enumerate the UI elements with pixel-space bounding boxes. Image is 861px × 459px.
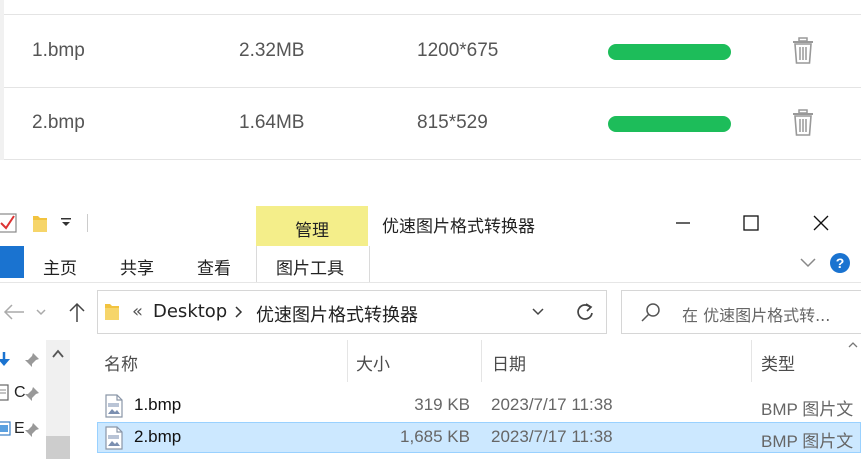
file-size: 1.64MB [239, 112, 305, 133]
file-size: 1,685 KB [400, 427, 470, 446]
scroll-up-chevron-icon[interactable] [847, 340, 859, 350]
document-icon[interactable] [0, 384, 12, 402]
folder-icon [105, 304, 119, 320]
minimize-icon[interactable] [670, 210, 696, 236]
breadcrumb-current-folder[interactable]: 优速图片格式转换器 [256, 301, 418, 327]
column-header-name[interactable]: 名称 [104, 350, 138, 375]
ribbon-tabs: 主页 共享 查看 图片工具 ? [0, 246, 861, 283]
tab-picture-tools-label: 图片工具 [276, 259, 344, 279]
nav-scrollbar-thumb[interactable] [46, 436, 70, 459]
scroll-up-chevron-icon[interactable] [51, 348, 65, 360]
up-arrow-icon[interactable] [66, 300, 88, 324]
recent-locations-chevron-icon[interactable] [34, 304, 48, 320]
column-separator[interactable] [751, 340, 752, 382]
tab-picture-tools[interactable]: 图片工具 [256, 246, 370, 282]
customize-toolbar-chevron-icon[interactable] [60, 218, 72, 228]
list-item[interactable]: 2.bmp 1,685 KB 2023/7/17 11:38 BMP 图片文 [97, 422, 861, 453]
file-size: 2.32MB [239, 40, 305, 61]
search-input[interactable]: 在 优速图片格式转... [621, 290, 861, 334]
file-size: 319 KB [414, 395, 470, 414]
file-type: BMP 图片文 [761, 432, 854, 451]
file-menu-button[interactable] [0, 246, 24, 278]
file-type: BMP 图片文 [761, 400, 854, 419]
tab-view[interactable]: 查看 [197, 254, 231, 279]
column-header-size[interactable]: 大小 [356, 350, 390, 375]
tab-home[interactable]: 主页 [43, 254, 77, 279]
window-title: 优速图片格式转换器 [382, 217, 535, 237]
tab-manage-context[interactable]: 管理 [256, 206, 368, 246]
file-name: 1.bmp [134, 395, 182, 414]
breadcrumb-desktop[interactable]: Desktop [153, 301, 227, 322]
pin-icon[interactable] [24, 422, 40, 438]
file-name: 2.bmp [32, 112, 85, 133]
file-date: 2023/7/17 11:38 [491, 395, 613, 414]
svg-text:?: ? [836, 255, 845, 271]
tab-manage-label: 管理 [295, 221, 329, 241]
expand-ribbon-chevron-icon[interactable] [798, 256, 818, 270]
refresh-icon [577, 303, 593, 320]
address-bar[interactable]: « Desktop 优速图片格式转换器 [97, 290, 564, 334]
trash-icon[interactable] [792, 109, 814, 137]
column-separator[interactable] [481, 340, 482, 382]
picture-folder-icon[interactable] [0, 420, 12, 438]
maximize-icon[interactable] [738, 210, 764, 236]
trash-icon[interactable] [792, 37, 814, 65]
file-name: 2.bmp [134, 427, 182, 446]
file-name: 1.bmp [32, 40, 85, 61]
bmp-file-icon [105, 394, 123, 418]
table-row: 1.bmp 2.32MB 1200*675 [4, 15, 861, 88]
progress-bar [608, 116, 731, 132]
title-divider [87, 214, 88, 232]
breadcrumb-separator-icon[interactable] [234, 305, 244, 319]
folder-icon[interactable] [32, 212, 48, 234]
pin-icon[interactable] [24, 352, 40, 368]
help-icon[interactable]: ? [829, 252, 851, 274]
file-date: 2023/7/17 11:38 [491, 427, 613, 446]
properties-check-icon[interactable] [0, 212, 18, 234]
column-header-type[interactable]: 类型 [761, 350, 795, 375]
converter-file-list: 1.bmp 2.32MB 1200*675 2.bmp 1.64MB 815*5… [0, 0, 861, 200]
file-explorer-window: 管理 优速图片格式转换器 主页 共享 查看 图片工具 ? « Desktop 优… [0, 200, 861, 459]
search-icon [641, 303, 660, 322]
progress-bar [608, 44, 731, 60]
bmp-file-icon [105, 426, 123, 450]
search-placeholder: 在 优速图片格式转... [682, 306, 831, 325]
title-bar: 管理 优速图片格式转换器 [0, 200, 861, 246]
list-item[interactable]: 1.bmp 319 KB 2023/7/17 11:38 BMP 图片文 [97, 390, 861, 421]
column-separator[interactable] [347, 340, 348, 382]
pin-icon[interactable] [24, 386, 40, 402]
file-dimensions: 1200*675 [417, 40, 499, 61]
file-list-header: 名称 大小 日期 类型 [97, 340, 861, 382]
table-row: 2.bmp 1.64MB 815*529 [4, 87, 861, 160]
file-dimensions: 815*529 [417, 112, 488, 133]
address-dropdown-chevron-icon[interactable] [530, 305, 546, 319]
breadcrumb-overflow[interactable]: « [132, 301, 143, 322]
refresh-button[interactable] [562, 290, 607, 334]
back-arrow-icon[interactable] [2, 302, 26, 322]
column-header-date[interactable]: 日期 [492, 350, 526, 375]
tab-share[interactable]: 共享 [120, 254, 154, 279]
close-icon[interactable] [808, 210, 834, 236]
downloads-arrow-icon[interactable] [0, 350, 12, 368]
